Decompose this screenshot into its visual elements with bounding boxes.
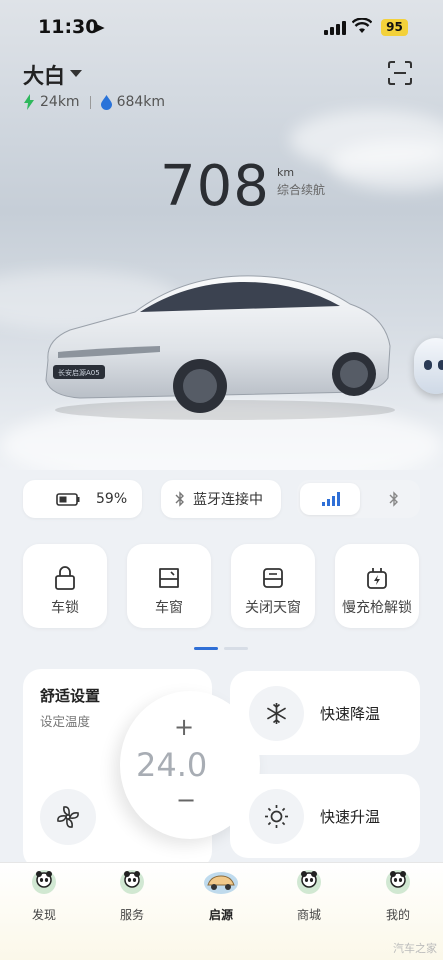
quick-cool-label: 快速降温 xyxy=(320,705,381,723)
car-badge: 长安启源A05 xyxy=(58,368,100,377)
fuel-drop-icon xyxy=(100,94,112,110)
battery-level: 95 xyxy=(381,19,408,36)
charger-unlock-button[interactable]: 慢充枪解锁 xyxy=(335,544,419,628)
electric-range: 24km xyxy=(40,94,80,110)
tab-mall[interactable]: 商城 xyxy=(277,865,341,923)
tab-discover[interactable]: 发现 xyxy=(12,865,76,923)
range-label: 综合续航 xyxy=(277,183,326,197)
wifi-icon xyxy=(352,18,372,33)
quick-heat-button[interactable]: 快速升温 xyxy=(230,774,420,858)
quick-cool-button[interactable]: 快速降温 xyxy=(230,671,420,755)
watermark: 汽车之家 xyxy=(393,942,437,955)
sun-icon xyxy=(265,805,288,828)
panda-service-icon xyxy=(118,867,146,897)
sunroof-label: 关闭天窗 xyxy=(245,600,301,616)
battery-percent: 59% xyxy=(96,491,128,507)
temperature-decrease-button[interactable]: − xyxy=(176,786,196,814)
tab-me[interactable]: 我的 xyxy=(366,865,430,923)
panda-mall-icon xyxy=(295,867,323,897)
page-indicator xyxy=(194,647,248,650)
tab-service-label: 服务 xyxy=(119,908,144,922)
tab-service[interactable]: 服务 xyxy=(100,865,164,923)
cellular-tab[interactable] xyxy=(300,483,360,515)
car-qiyuan-icon xyxy=(204,867,238,897)
total-range-value: 708 xyxy=(160,154,270,219)
range-summary: 24km 684km xyxy=(23,94,165,110)
car-image: 长安启源A05 xyxy=(45,275,395,420)
fuel-range: 684km xyxy=(116,94,166,110)
quick-heat-label: 快速升温 xyxy=(320,808,381,826)
window-icon xyxy=(159,568,179,588)
fan-button[interactable] xyxy=(40,789,96,845)
bluetooth-tab-icon[interactable] xyxy=(389,491,399,507)
charger-label: 慢充枪解锁 xyxy=(342,600,412,616)
bluetooth-status: 蓝牙连接中 xyxy=(193,492,263,508)
lightning-icon xyxy=(24,94,34,110)
battery-icon xyxy=(56,492,80,506)
cellular-signal-icon xyxy=(324,21,346,35)
tab-qiyuan[interactable]: 启源 xyxy=(189,865,253,923)
scan-icon[interactable] xyxy=(387,60,413,86)
bluetooth-icon xyxy=(175,491,184,507)
sunroof-icon xyxy=(263,568,283,588)
clock: 11:30 xyxy=(38,16,99,38)
tab-qiyuan-label: 启源 xyxy=(208,908,233,922)
comfort-subtitle: 设定温度 xyxy=(40,714,91,729)
charger-icon xyxy=(367,568,387,589)
window-button[interactable]: 车窗 xyxy=(127,544,211,628)
temperature-increase-button[interactable]: + xyxy=(174,713,194,741)
window-label: 车窗 xyxy=(155,600,183,616)
tab-mall-label: 商城 xyxy=(296,908,321,922)
tab-discover-label: 发现 xyxy=(31,908,56,922)
tab-me-label: 我的 xyxy=(385,908,410,922)
location-arrow-icon: ➤ xyxy=(92,18,106,37)
temperature-value: 24.0 xyxy=(136,746,208,784)
lock-label: 车锁 xyxy=(51,600,79,616)
bottom-nav: 发现 服务 启源 商城 我的 汽车之家 xyxy=(0,862,443,960)
snowflake-icon xyxy=(266,703,287,724)
lock-button[interactable]: 车锁 xyxy=(23,544,107,628)
panda-me-icon xyxy=(384,867,412,897)
range-unit: km xyxy=(277,166,295,179)
comfort-title: 舒适设置 xyxy=(40,687,101,705)
sunroof-button[interactable]: 关闭天窗 xyxy=(231,544,315,628)
signal-bars-icon xyxy=(322,492,340,506)
connection-toggle[interactable] xyxy=(297,480,420,518)
battery-chip: 59% xyxy=(23,480,142,518)
panda-discover-icon xyxy=(30,867,58,897)
assistant-robot-icon[interactable] xyxy=(414,338,443,394)
chevron-down-icon[interactable] xyxy=(70,70,82,77)
bluetooth-status-chip[interactable]: 蓝牙连接中 xyxy=(161,480,281,518)
lock-icon xyxy=(55,566,75,590)
fan-icon xyxy=(57,806,79,828)
car-name[interactable]: 大白 xyxy=(23,60,65,90)
status-bar: 11:30 ➤ 95 xyxy=(0,14,443,44)
